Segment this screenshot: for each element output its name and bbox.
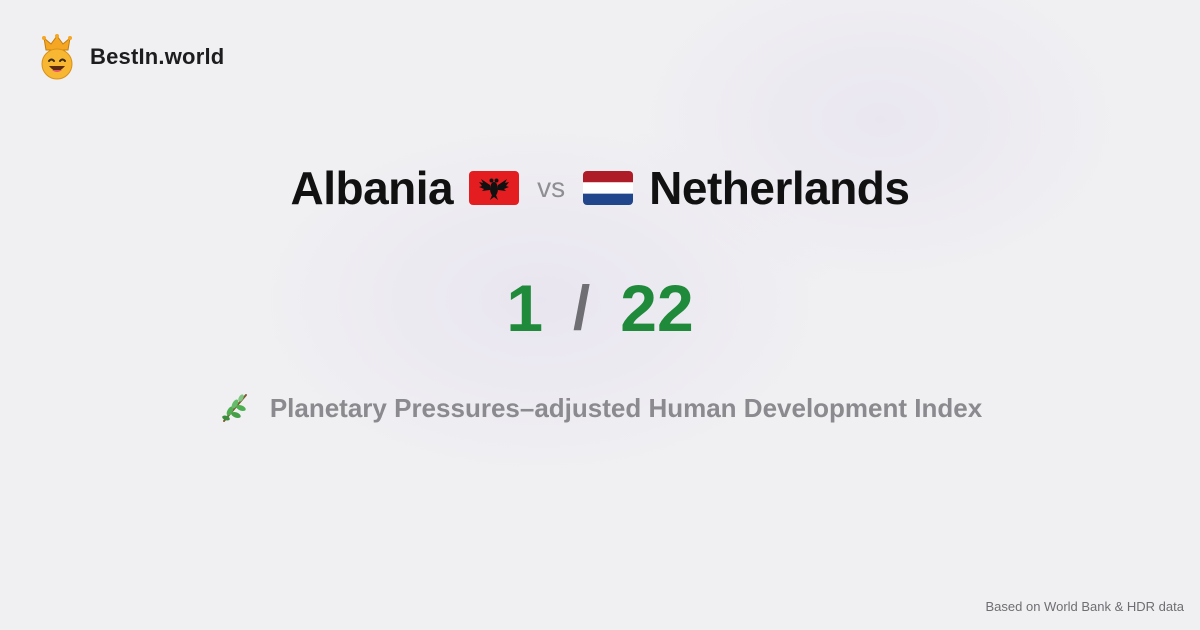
herb-icon — [221, 394, 247, 422]
rank-a: 1 — [506, 271, 544, 345]
vs-label: vs — [537, 172, 566, 203]
rank-b: 22 — [620, 271, 694, 345]
country-a-name: Albania — [290, 162, 454, 214]
brand-name: BestIn.world — [90, 44, 225, 69]
crowned-smiley-icon — [41, 34, 73, 80]
data-source-note: Based on World Bank & HDR data — [985, 599, 1184, 614]
comparison-title: Albania vs Netherlands — [0, 158, 1200, 218]
albania-flag-icon — [469, 171, 520, 205]
metric-row: Planetary Pressures–adjusted Human Devel… — [0, 388, 1200, 428]
netherlands-flag-icon — [583, 171, 634, 205]
rank-comparison: 1 / 22 — [0, 268, 1200, 348]
brand-header[interactable]: BestIn.world — [38, 34, 224, 80]
country-b-name: Netherlands — [649, 162, 910, 214]
rank-separator: / — [573, 273, 591, 343]
metric-label: Planetary Pressures–adjusted Human Devel… — [269, 392, 983, 423]
